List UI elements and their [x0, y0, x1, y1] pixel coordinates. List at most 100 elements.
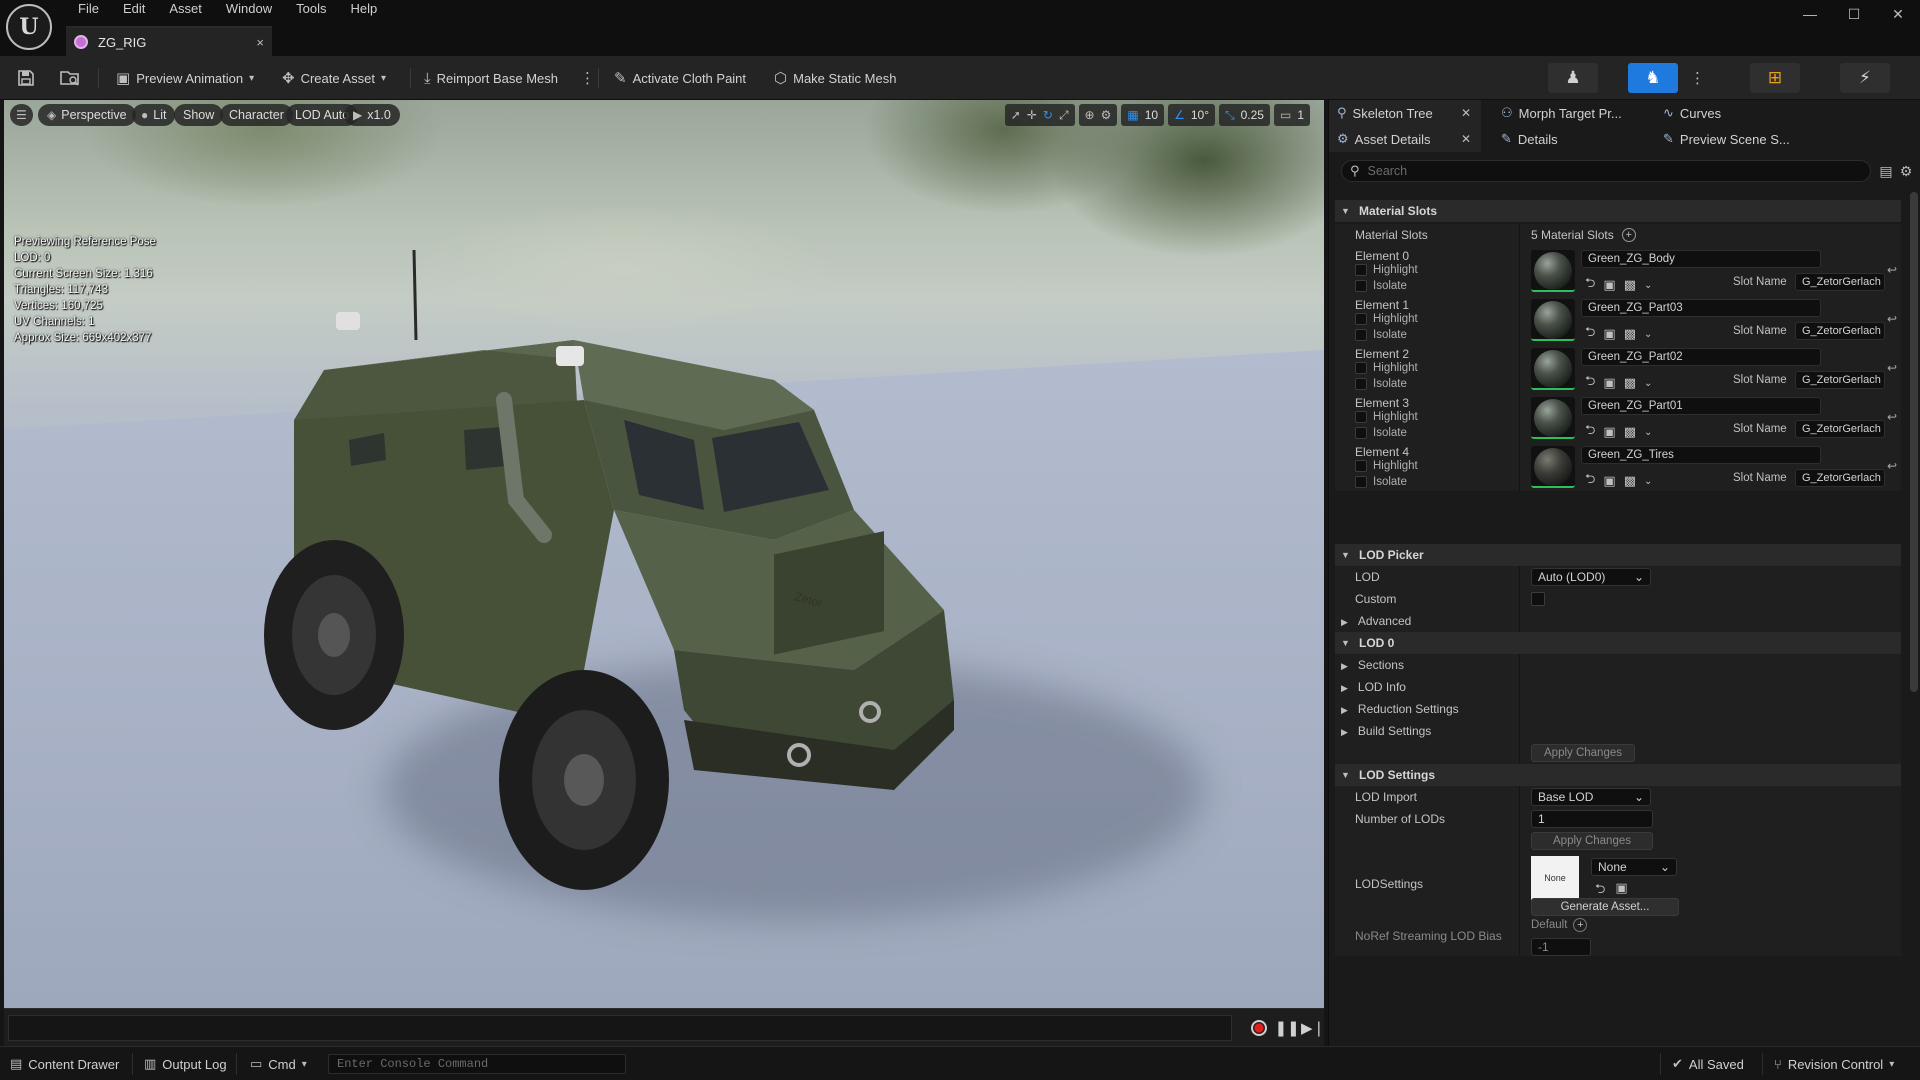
browse-folder-icon[interactable]: ▣	[1603, 375, 1615, 391]
play-rate-button[interactable]: ▶ x1.0	[344, 104, 400, 126]
mode-options-button[interactable]: ⋮	[1684, 65, 1711, 91]
viewport-menu-button[interactable]: ☰	[10, 104, 33, 126]
material-thumbnail[interactable]	[1531, 299, 1575, 341]
chevron-down-icon[interactable]: ⌄	[1644, 427, 1652, 438]
browse-folder-icon[interactable]: ▣	[1603, 473, 1615, 489]
chevron-down-icon[interactable]: ⌄	[1644, 476, 1652, 487]
noref-value-input[interactable]: -1	[1531, 938, 1591, 956]
tab-asset-details[interactable]: ⚙ Asset Details ✕	[1329, 126, 1481, 152]
material-name-field[interactable]: Green_ZG_Tires	[1581, 446, 1821, 464]
step-forward-button[interactable]: ▶❘	[1301, 1017, 1325, 1039]
reset-to-default-icon[interactable]: ↩	[1887, 361, 1897, 375]
cmd-dropdown[interactable]: ▭ Cmd ▾	[250, 1054, 307, 1074]
browse-folder-icon[interactable]: ▣	[1603, 424, 1615, 440]
material-thumbnail[interactable]	[1531, 397, 1575, 439]
menu-help[interactable]: Help	[338, 0, 389, 20]
sections-row[interactable]: ▶ Sections	[1335, 654, 1901, 676]
tab-morph-target[interactable]: ⚇ Morph Target Pr...	[1493, 100, 1643, 126]
highlight-checkbox[interactable]	[1355, 460, 1367, 472]
reset-to-default-icon[interactable]: ↩	[1887, 263, 1897, 277]
maximize-button[interactable]: ☐	[1832, 0, 1876, 28]
menu-edit[interactable]: Edit	[111, 0, 157, 20]
number-of-lods-input[interactable]: 1	[1531, 810, 1653, 828]
slot-name-input[interactable]: G_ZetorGerlach	[1795, 273, 1885, 291]
menu-file[interactable]: File	[66, 0, 111, 20]
tab-details[interactable]: ✎ Details	[1493, 126, 1643, 152]
category-material-slots[interactable]: ▼ Material Slots	[1335, 200, 1901, 222]
reimport-options-button[interactable]: ⋮	[574, 65, 601, 91]
use-selected-asset-icon[interactable]: ⮌	[1585, 372, 1595, 394]
build-settings-row[interactable]: ▶ Build Settings	[1335, 720, 1901, 742]
revision-control-button[interactable]: ⑂ Revision Control ▾	[1774, 1054, 1894, 1074]
pause-button[interactable]: ❚❚	[1274, 1017, 1299, 1039]
details-scrollbar[interactable]	[1910, 192, 1918, 692]
material-thumbnail[interactable]	[1531, 348, 1575, 390]
add-material-slot-icon[interactable]: +	[1621, 228, 1636, 242]
material-name-field[interactable]: Green_ZG_Part03	[1581, 299, 1821, 317]
minimize-button[interactable]: —	[1788, 0, 1832, 28]
create-asset-button[interactable]: ✥ Create Asset ▾	[276, 65, 392, 91]
close-tab-icon[interactable]: ×	[256, 35, 264, 50]
lod-info-row[interactable]: ▶ LOD Info	[1335, 676, 1901, 698]
lod0-apply-changes-button[interactable]: Apply Changes	[1531, 744, 1635, 762]
record-button[interactable]	[1248, 1017, 1270, 1039]
reset-to-default-icon[interactable]: ↩	[1887, 410, 1897, 424]
tab-skeleton-tree[interactable]: ⚲ Skeleton Tree ✕	[1329, 100, 1481, 126]
chevron-down-icon[interactable]: ⌄	[1644, 280, 1652, 291]
add-platform-override-icon[interactable]: +	[1573, 918, 1588, 932]
category-lod-0[interactable]: ▼ LOD 0	[1335, 632, 1901, 654]
tab-preview-scene-settings[interactable]: ✎ Preview Scene S...	[1655, 126, 1805, 152]
translate-icon[interactable]: ✛	[1027, 108, 1037, 122]
content-drawer-button[interactable]: ▤ Content Drawer	[10, 1054, 119, 1074]
material-name-field[interactable]: Green_ZG_Body	[1581, 250, 1821, 268]
slot-name-input[interactable]: G_ZetorGerlach	[1795, 371, 1885, 389]
surface-snap-icon[interactable]: ⚙	[1101, 108, 1112, 122]
advanced-row[interactable]: ▶ Advanced	[1335, 610, 1901, 632]
world-space-icon[interactable]: ⊕	[1085, 108, 1095, 122]
tab-curves[interactable]: ∿ Curves	[1655, 100, 1785, 126]
material-thumbnail[interactable]	[1531, 250, 1575, 292]
material-name-field[interactable]: Green_ZG_Part01	[1581, 397, 1821, 415]
grid-snap-button[interactable]: ▦ 10	[1121, 104, 1165, 126]
view-mode-lit-button[interactable]: ● Lit	[132, 104, 176, 126]
viewport[interactable]: Zetor Previewing Reference Pose LOD: 0 C…	[4, 100, 1324, 1008]
close-tab-icon[interactable]: ✕	[1461, 132, 1471, 146]
isolate-checkbox[interactable]	[1355, 280, 1367, 292]
activate-cloth-paint-button[interactable]: ✎ Activate Cloth Paint	[608, 65, 752, 91]
menu-window[interactable]: Window	[214, 0, 284, 20]
checker-options-icon[interactable]: ▩	[1624, 326, 1636, 342]
close-tab-icon[interactable]: ✕	[1461, 106, 1471, 120]
category-lod-picker[interactable]: ▼ LOD Picker	[1335, 544, 1901, 566]
material-name-field[interactable]: Green_ZG_Part02	[1581, 348, 1821, 366]
highlight-checkbox[interactable]	[1355, 411, 1367, 423]
isolate-checkbox[interactable]	[1355, 476, 1367, 488]
timeline-scrubber[interactable]	[8, 1015, 1232, 1041]
preview-animation-button[interactable]: ▣ Preview Animation ▾	[110, 65, 260, 91]
show-button[interactable]: Show	[174, 104, 224, 126]
isolate-checkbox[interactable]	[1355, 427, 1367, 439]
browse-folder-icon[interactable]: ▣	[1603, 277, 1615, 293]
browse-asset-icon[interactable]	[58, 66, 82, 90]
rotate-icon[interactable]: ↻	[1043, 108, 1053, 122]
use-selected-asset-icon[interactable]: ⮌	[1585, 323, 1595, 345]
physics-mode-button[interactable]: ⚡	[1840, 63, 1890, 93]
select-cursor-icon[interactable]: ➚	[1011, 108, 1021, 122]
use-selected-asset-icon[interactable]: ⮌	[1585, 470, 1595, 492]
checker-options-icon[interactable]: ▩	[1624, 375, 1636, 391]
category-lod-settings[interactable]: ▼ LOD Settings	[1335, 764, 1901, 786]
slot-name-input[interactable]: G_ZetorGerlach	[1795, 420, 1885, 438]
use-selected-asset-icon[interactable]: ⮌	[1585, 421, 1595, 443]
perspective-button[interactable]: ◈ Perspective	[38, 104, 136, 126]
reset-to-default-icon[interactable]: ↩	[1887, 312, 1897, 326]
chevron-down-icon[interactable]: ⌄	[1644, 329, 1652, 340]
character-button[interactable]: Character	[220, 104, 293, 126]
checker-options-icon[interactable]: ▩	[1624, 473, 1636, 489]
browse-folder-icon[interactable]: ▣	[1603, 326, 1615, 342]
generate-asset-button[interactable]: Generate Asset...	[1531, 898, 1679, 916]
menu-tools[interactable]: Tools	[284, 0, 338, 20]
scale-snap-button[interactable]: ⤡ 0.25	[1219, 104, 1270, 126]
save-icon[interactable]	[14, 66, 38, 90]
reset-to-default-icon[interactable]: ↩	[1887, 459, 1897, 473]
lod-import-dropdown[interactable]: Base LOD ⌄	[1531, 788, 1651, 806]
unreal-logo-icon[interactable]: U	[6, 4, 52, 50]
